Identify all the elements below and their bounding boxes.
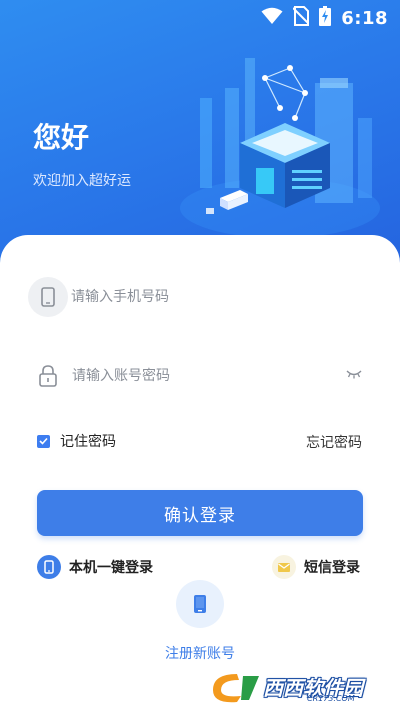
greeting-subtitle: 欢迎加入超好运 (33, 173, 131, 189)
one-click-login-button[interactable]: 本机一键登录 (37, 555, 153, 579)
status-bar: 6:18 (261, 6, 388, 30)
checkbox-icon[interactable] (37, 434, 50, 448)
register-button[interactable] (176, 580, 224, 628)
sms-login-label: 短信登录 (304, 560, 360, 576)
mobile-icon (37, 555, 61, 579)
phone-icon (28, 277, 68, 317)
watermark-logo: 西西软件园 CR173.COM (207, 670, 382, 706)
remember-label: 记住密码 (60, 434, 116, 450)
one-click-login-label: 本机一键登录 (69, 560, 153, 576)
login-button[interactable]: 确认登录 (37, 490, 363, 536)
status-time: 6:18 (341, 7, 388, 29)
remember-password[interactable]: 记住密码 (37, 431, 116, 451)
password-input[interactable] (70, 367, 334, 385)
wifi-icon (261, 7, 283, 29)
eye-closed-icon[interactable] (346, 368, 362, 380)
greeting-title: 您好 (33, 121, 90, 154)
city-illustration (180, 58, 380, 238)
watermark-url: CR173.COM (307, 694, 355, 703)
forgot-password-link[interactable]: 忘记密码 (306, 432, 362, 452)
no-sim-icon (292, 6, 310, 30)
lock-icon (39, 365, 57, 387)
sms-login-button[interactable]: 短信登录 (272, 555, 360, 579)
password-field-row (28, 354, 368, 398)
register-label[interactable]: 注册新账号 (0, 643, 400, 663)
phone-input[interactable] (69, 288, 333, 306)
envelope-icon (272, 555, 296, 579)
battery-charging-icon (319, 6, 332, 30)
mobile-icon (194, 595, 206, 613)
phone-field-row (28, 275, 368, 319)
